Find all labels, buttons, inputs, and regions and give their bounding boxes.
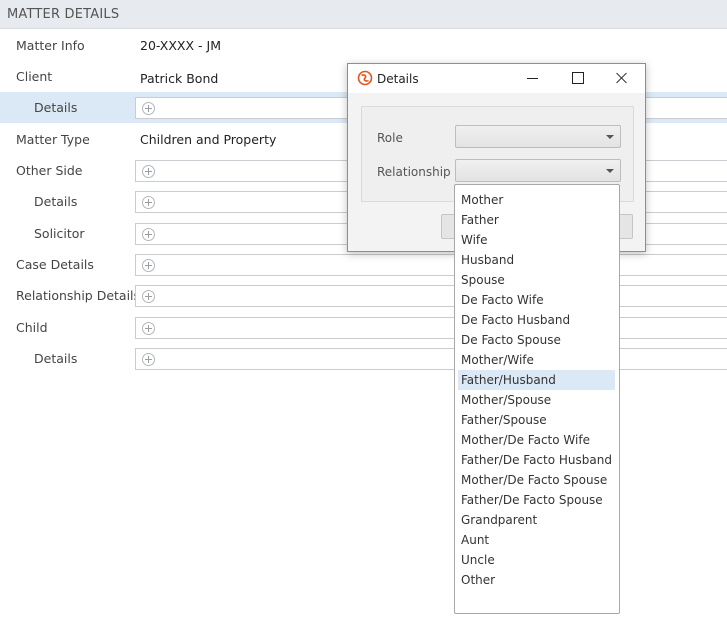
row-label: Case Details <box>16 257 94 272</box>
relationship-option[interactable]: Other <box>458 570 615 590</box>
relationship-label: Relationship <box>377 165 451 179</box>
relationship-option[interactable]: Mother/De Facto Spouse <box>458 470 615 490</box>
row-label: Matter Info <box>16 38 85 53</box>
relationship-option[interactable]: Aunt <box>458 530 615 550</box>
minimize-icon[interactable] <box>511 64 555 93</box>
row-label: Details <box>34 194 78 209</box>
row-label: Relationship Details <box>16 288 141 303</box>
relationship-option[interactable]: Father/De Facto Husband <box>458 450 615 470</box>
client-value: Patrick Bond <box>140 71 219 86</box>
child-details-field[interactable] <box>135 348 727 370</box>
relationship-details-field[interactable] <box>135 285 727 307</box>
add-circle-icon[interactable] <box>142 322 155 335</box>
relationship-option[interactable]: Father/Husband <box>458 370 615 390</box>
child-field[interactable] <box>135 317 727 339</box>
relationship-option[interactable]: Mother/Wife <box>458 350 615 370</box>
row-label: Solicitor <box>34 226 85 241</box>
chevron-down-icon <box>606 135 614 139</box>
role-label: Role <box>377 131 403 145</box>
row-label: Matter Type <box>16 132 90 147</box>
relationship-dropdown-list[interactable]: Mother Father Wife Husband Spouse De Facto Wi… <box>454 184 620 614</box>
add-circle-icon[interactable] <box>142 353 155 366</box>
relationship-select[interactable] <box>455 159 621 182</box>
row-matter-info: Matter Info 20-XXXX - JM <box>0 30 727 61</box>
relationship-option[interactable]: Father <box>458 210 615 230</box>
add-circle-icon[interactable] <box>142 196 155 209</box>
relationship-option[interactable]: Mother <box>458 190 615 210</box>
row-label: Other Side <box>16 163 83 178</box>
add-circle-icon[interactable] <box>142 228 155 241</box>
matter-type-value: Children and Property <box>140 132 277 147</box>
matter-details-title: MATTER DETAILS <box>7 7 120 22</box>
add-circle-icon[interactable] <box>142 102 155 115</box>
dialog-title: Details <box>377 72 419 86</box>
add-circle-icon[interactable] <box>142 290 155 303</box>
relationship-option[interactable]: De Facto Spouse <box>458 330 615 350</box>
chevron-down-icon <box>606 169 614 173</box>
close-icon[interactable] <box>599 64 643 93</box>
add-circle-icon[interactable] <box>142 259 155 272</box>
relationship-option[interactable]: De Facto Wife <box>458 290 615 310</box>
relationship-option[interactable]: Wife <box>458 230 615 250</box>
role-select[interactable] <box>455 125 621 148</box>
row-label: Details <box>34 351 78 366</box>
dialog-titlebar[interactable]: Details <box>348 64 645 93</box>
relationship-option[interactable]: Husband <box>458 250 615 270</box>
relationship-option[interactable]: Uncle <box>458 550 615 570</box>
relationship-option[interactable]: Mother/De Facto Wife <box>458 430 615 450</box>
matter-info-value: 20-XXXX - JM <box>140 38 221 53</box>
case-details-field[interactable] <box>135 254 727 276</box>
relationship-option[interactable]: Grandparent <box>458 510 615 530</box>
matter-details-header: MATTER DETAILS <box>0 0 727 29</box>
relationship-option[interactable]: Mother/Spouse <box>458 390 615 410</box>
row-label: Client <box>16 69 53 84</box>
relationship-option[interactable]: Spouse <box>458 270 615 290</box>
add-circle-icon[interactable] <box>142 165 155 178</box>
relationship-option[interactable]: De Facto Husband <box>458 310 615 330</box>
maximize-icon[interactable] <box>555 64 599 93</box>
row-label: Details <box>34 100 78 115</box>
relationship-option[interactable]: Father/Spouse <box>458 410 615 430</box>
row-label: Child <box>16 320 48 335</box>
app-logo-icon <box>357 70 373 86</box>
relationship-option[interactable]: Father/De Facto Spouse <box>458 490 615 510</box>
